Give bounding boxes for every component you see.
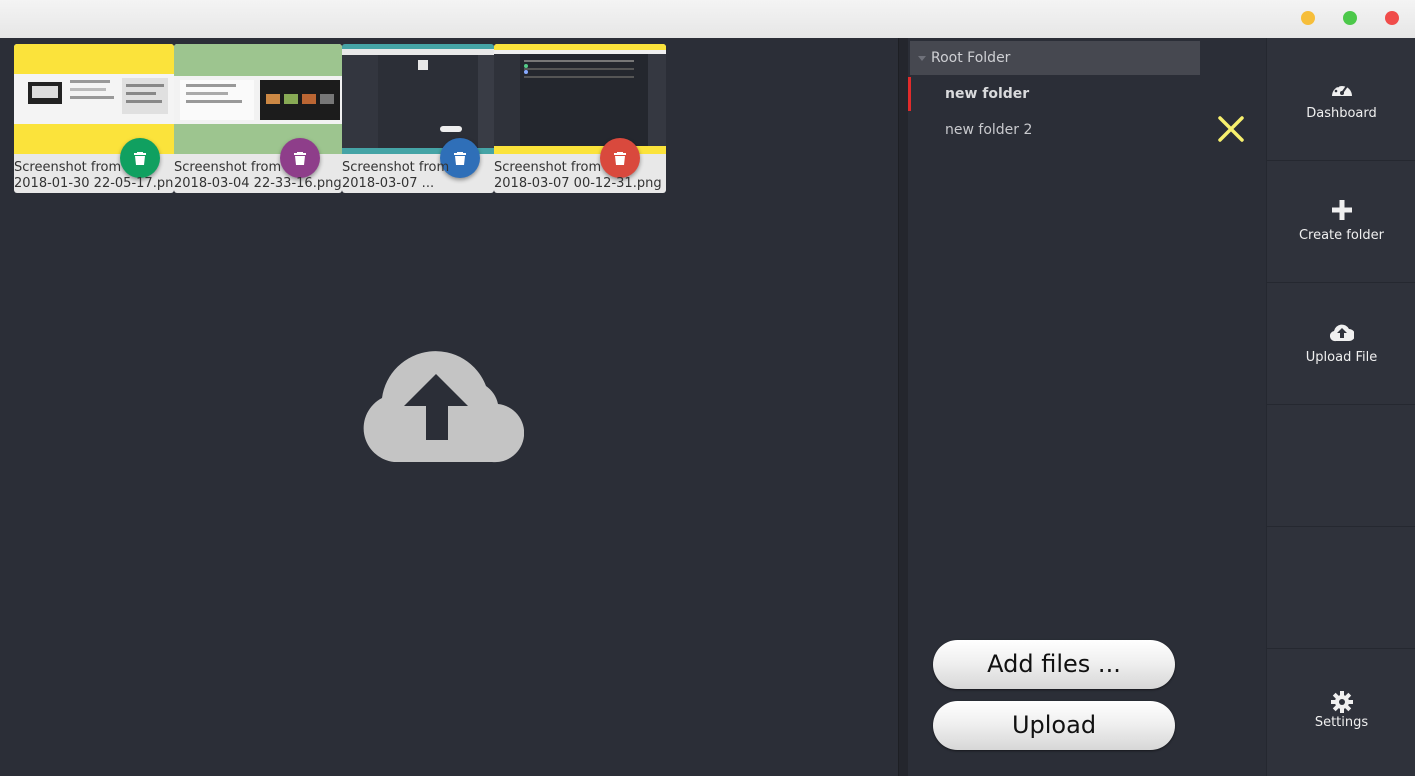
upload-button[interactable]: Upload — [933, 701, 1175, 750]
nav-settings-label: Settings — [1314, 715, 1369, 730]
window-titlebar — [0, 0, 1415, 39]
minimize-window-button[interactable] — [1301, 11, 1315, 25]
close-window-button[interactable] — [1385, 11, 1399, 25]
file-name: Screenshot from 2018-03-07 ... — [342, 160, 450, 191]
nav-upload-file-label: Upload File — [1305, 350, 1378, 365]
screenshot-preview — [174, 44, 342, 154]
cloud-upload-icon — [1330, 324, 1354, 342]
nav-dashboard-label: Dashboard — [1306, 106, 1377, 121]
cloud-upload-icon — [363, 351, 524, 463]
screenshot-preview — [342, 44, 494, 154]
file-thumbnail[interactable]: Screenshot from 2018-01-30 22-05-17.pn — [14, 44, 174, 193]
maximize-window-button[interactable] — [1343, 11, 1357, 25]
gear-icon — [1331, 691, 1353, 713]
screenshot-preview — [14, 44, 174, 154]
nav-create-folder[interactable]: Create folder — [1267, 160, 1415, 283]
tree-folder-item[interactable]: new folder 2 — [911, 113, 1201, 147]
folder-label: new folder 2 — [945, 122, 1033, 138]
file-name: Screenshot from 2018-01-30 22-05-17.pn — [14, 160, 174, 191]
dashboard-icon — [1332, 82, 1352, 96]
tree-root-folder[interactable]: Root Folder — [910, 41, 1200, 75]
file-thumbnail[interactable]: Screenshot from 2018-03-07 00-12-31.png — [494, 44, 666, 193]
close-icon[interactable] — [1216, 114, 1246, 144]
screenshot-preview — [494, 44, 666, 154]
file-name: Screenshot from 2018-03-07 00-12-31.png — [494, 160, 662, 191]
nav-settings[interactable]: Settings — [1267, 650, 1415, 772]
nav-dashboard[interactable]: Dashboard — [1267, 38, 1415, 161]
plus-icon — [1332, 200, 1352, 220]
root-folder-label: Root Folder — [931, 50, 1011, 66]
add-files-button[interactable]: Add files ... — [933, 640, 1175, 689]
tree-folder-item[interactable]: new folder — [908, 77, 1201, 111]
folder-tree-panel: Root Folder new folder new folder 2 Add … — [908, 38, 1266, 776]
nav-create-folder-label: Create folder — [1298, 228, 1385, 243]
file-name: Screenshot from 2018-03-04 22-33-16.png — [174, 160, 342, 191]
nav-empty-slot — [1267, 404, 1415, 527]
file-thumbnail[interactable]: Screenshot from 2018-03-04 22-33-16.png — [174, 44, 342, 193]
nav-empty-slot — [1267, 526, 1415, 649]
upload-dropzone[interactable]: Screenshot from 2018-01-30 22-05-17.pn S… — [0, 38, 898, 776]
nav-upload-file[interactable]: Upload File — [1267, 282, 1415, 405]
file-thumbnail[interactable]: Screenshot from 2018-03-07 ... — [342, 44, 494, 193]
folder-label: new folder — [945, 86, 1030, 102]
caret-down-icon — [918, 56, 926, 61]
right-sidebar: Dashboard Create folder Upload File Sett… — [1266, 38, 1415, 776]
